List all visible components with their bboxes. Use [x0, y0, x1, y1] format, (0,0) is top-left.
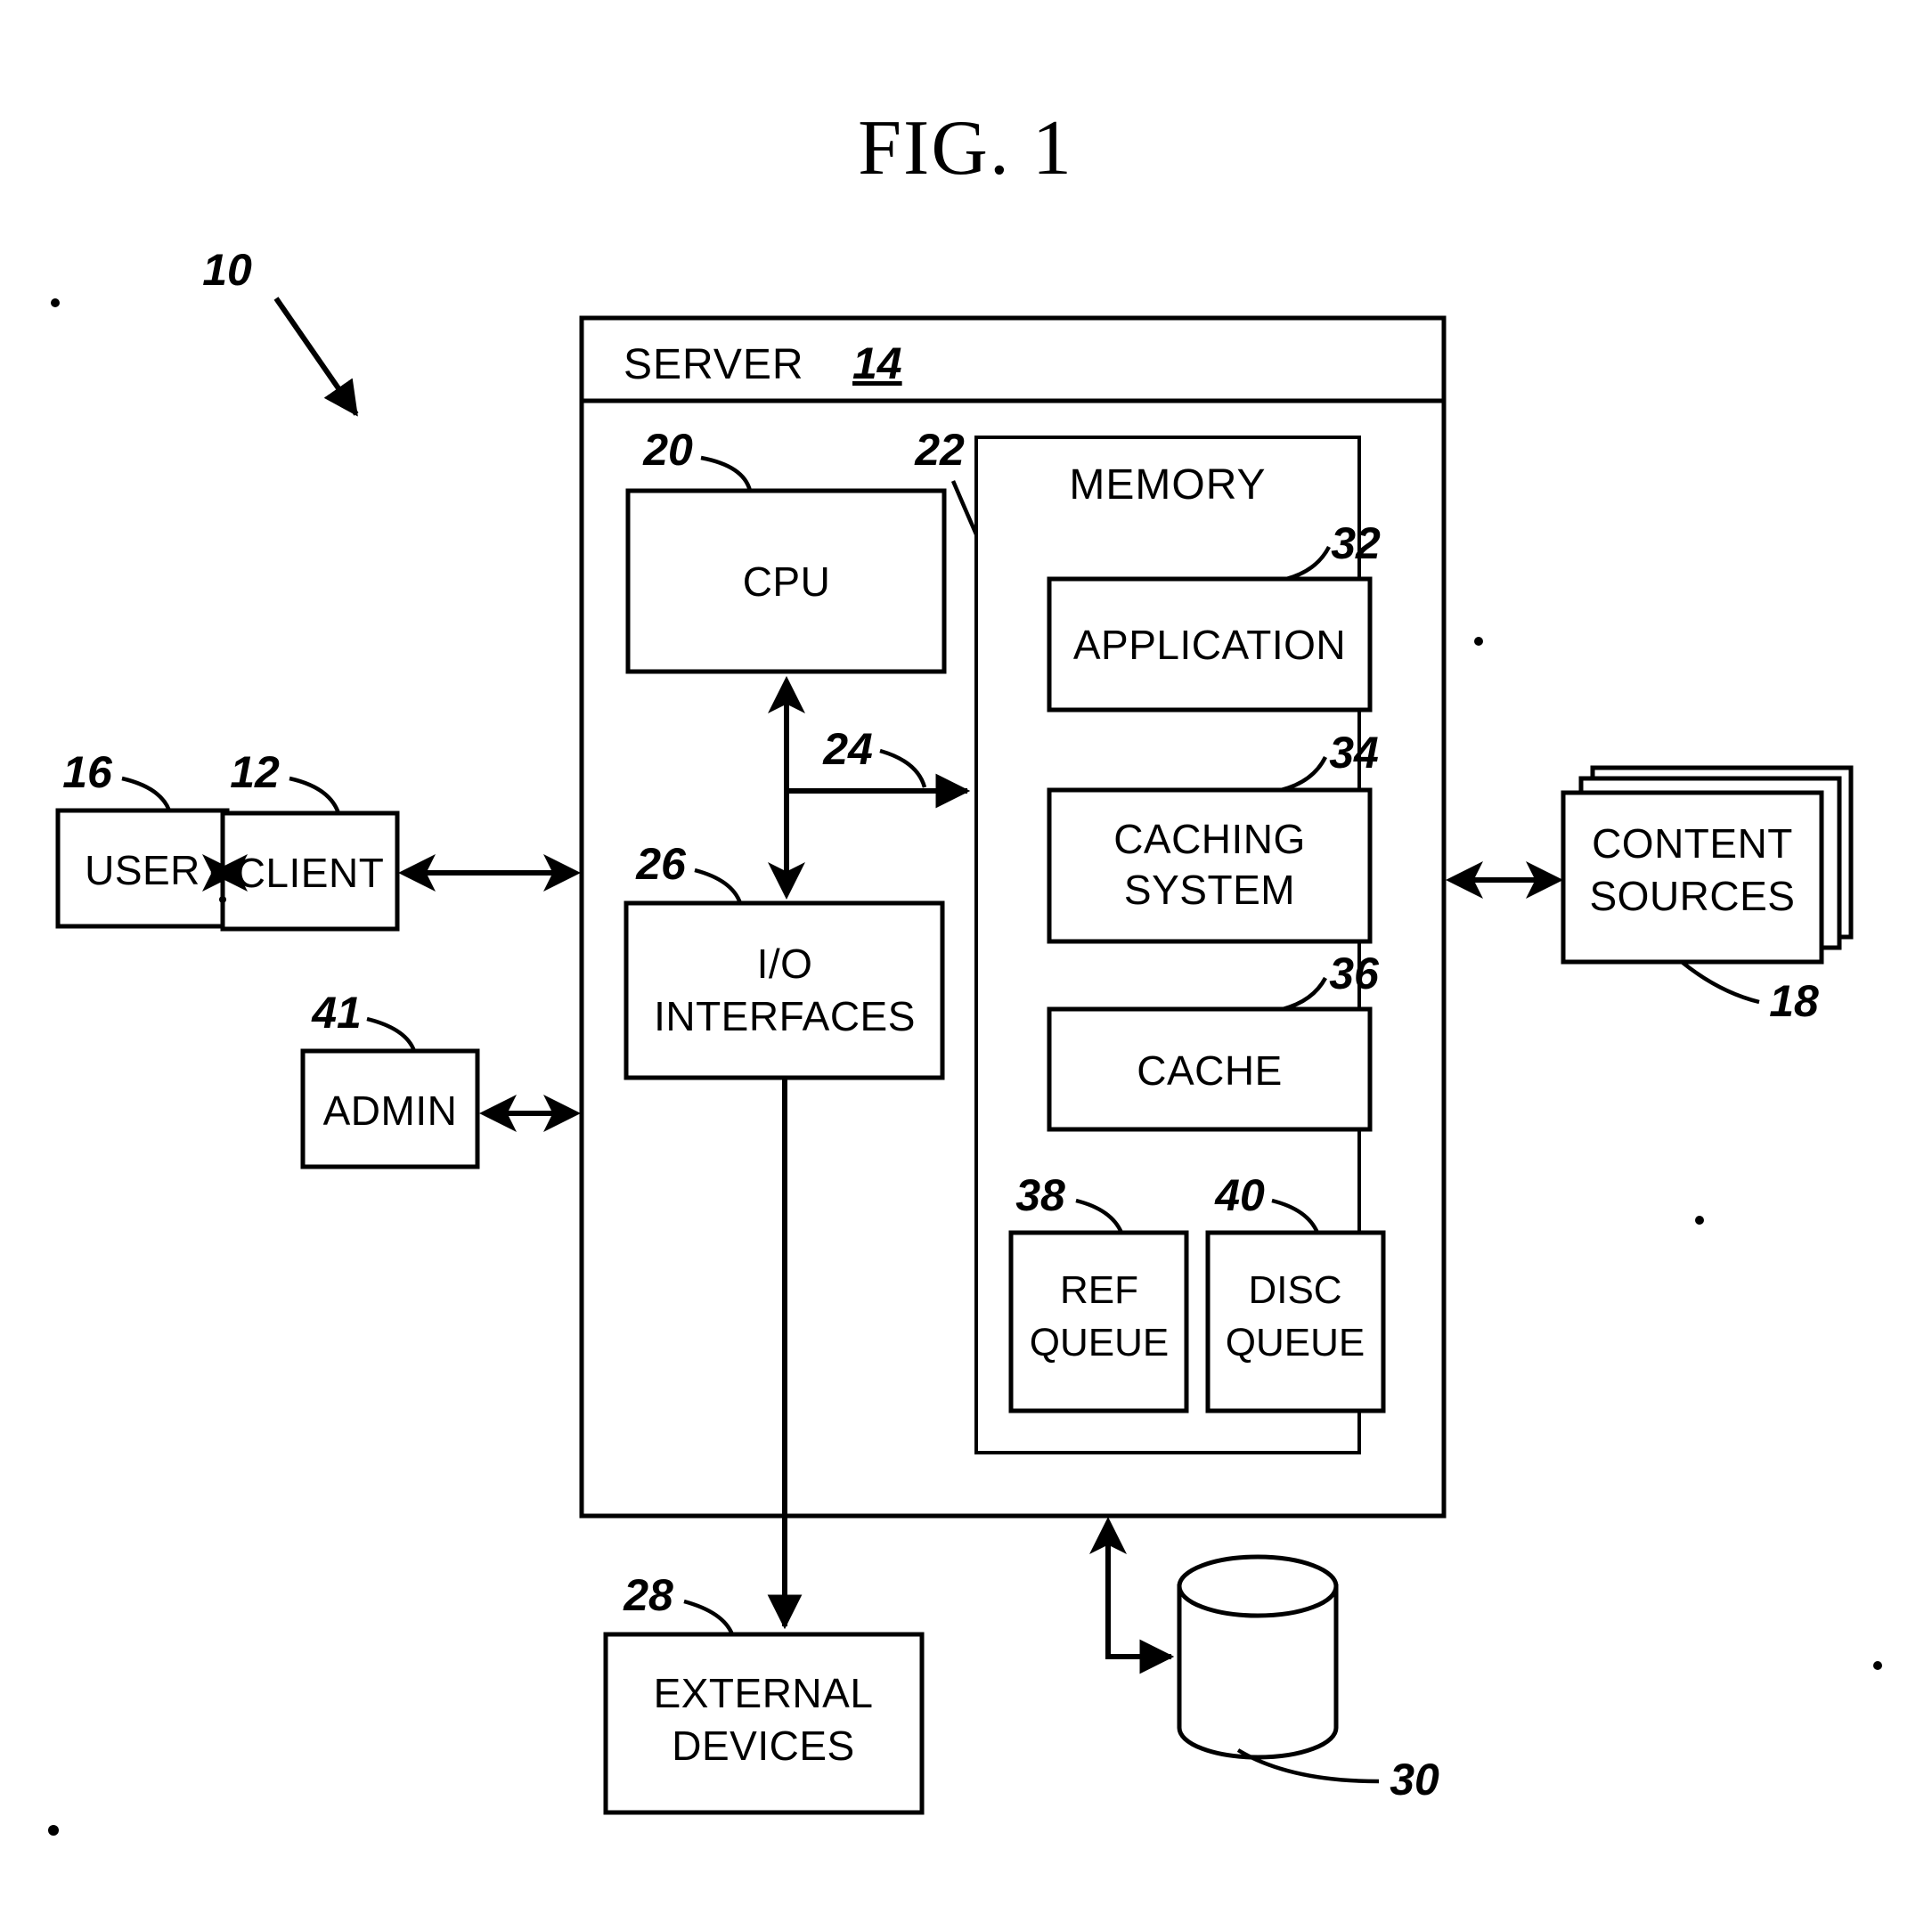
- disc-queue-label-line1: DISC: [1248, 1268, 1341, 1312]
- caching-system-box: [1047, 787, 1373, 944]
- scan-speck: [219, 896, 226, 903]
- ref-number-12: 12: [230, 747, 280, 797]
- io-interfaces-box: [624, 900, 945, 1080]
- content-sources-label-line1: CONTENT: [1592, 820, 1793, 867]
- ref-number-34: 34: [1329, 728, 1379, 778]
- system-pointer-arrow: [273, 297, 359, 417]
- lead-line-28: [683, 1599, 735, 1635]
- server-storage-arrow: [1089, 1517, 1175, 1674]
- patent-figure: FIG. 1 10 SERVER 14 CPU 20 MEMORY 22 APP…: [0, 0, 1932, 1906]
- lead-line-18: [1680, 960, 1760, 1005]
- ref-queue-label-line2: QUEUE: [1030, 1321, 1169, 1364]
- cpu-label: CPU: [743, 558, 831, 605]
- figure-1-diagram: FIG. 1 10 SERVER 14 CPU 20 MEMORY 22 APP…: [48, 105, 1882, 1836]
- application-label: APPLICATION: [1073, 622, 1346, 668]
- ref-number-24: 24: [822, 724, 873, 774]
- cylinder-disk-icon: [1177, 1554, 1339, 1760]
- lead-line-12: [289, 776, 341, 814]
- ref-number-16: 16: [62, 747, 113, 797]
- client-label: CLIENT: [236, 850, 385, 896]
- ref-number-10: 10: [202, 245, 252, 295]
- scan-speck: [48, 1825, 59, 1836]
- lead-line-16: [121, 776, 172, 811]
- caching-system-label-line2: SYSTEM: [1124, 867, 1295, 913]
- lead-line-41: [366, 1016, 417, 1052]
- ref-number-36: 36: [1329, 949, 1380, 998]
- ref-number-18: 18: [1769, 976, 1819, 1026]
- scan-speck: [51, 298, 60, 307]
- io-interfaces-label-line1: I/O: [757, 941, 813, 987]
- external-devices-label-line1: EXTERNAL: [654, 1670, 874, 1716]
- scan-speck: [1695, 1216, 1704, 1225]
- caching-system-label-line1: CACHING: [1113, 816, 1306, 862]
- ref-queue-label-line1: REF: [1060, 1268, 1138, 1312]
- memory-label: MEMORY: [1069, 461, 1266, 509]
- external-devices-label-line2: DEVICES: [672, 1723, 854, 1769]
- ref-number-20: 20: [642, 425, 693, 475]
- ref-number-22: 22: [914, 425, 965, 475]
- ref-number-30: 30: [1390, 1755, 1439, 1804]
- scan-speck: [1474, 637, 1483, 646]
- user-label: USER: [85, 847, 200, 893]
- ref-number-26: 26: [635, 839, 687, 889]
- admin-label: ADMIN: [323, 1087, 458, 1134]
- ref-number-28: 28: [623, 1570, 673, 1620]
- figure-title: FIG. 1: [858, 105, 1073, 191]
- disc-queue-label-line2: QUEUE: [1226, 1321, 1365, 1364]
- cache-label: CACHE: [1137, 1047, 1283, 1094]
- content-sources-label-line2: SOURCES: [1590, 873, 1796, 919]
- scan-speck: [1873, 1661, 1882, 1670]
- ref-number-14: 14: [852, 338, 902, 388]
- ref-number-41: 41: [311, 988, 362, 1038]
- server-label: SERVER: [624, 341, 804, 388]
- io-interfaces-label-line2: INTERFACES: [654, 993, 916, 1039]
- ref-number-32: 32: [1331, 518, 1381, 568]
- ref-number-40: 40: [1214, 1170, 1265, 1220]
- ref-number-38: 38: [1015, 1170, 1065, 1220]
